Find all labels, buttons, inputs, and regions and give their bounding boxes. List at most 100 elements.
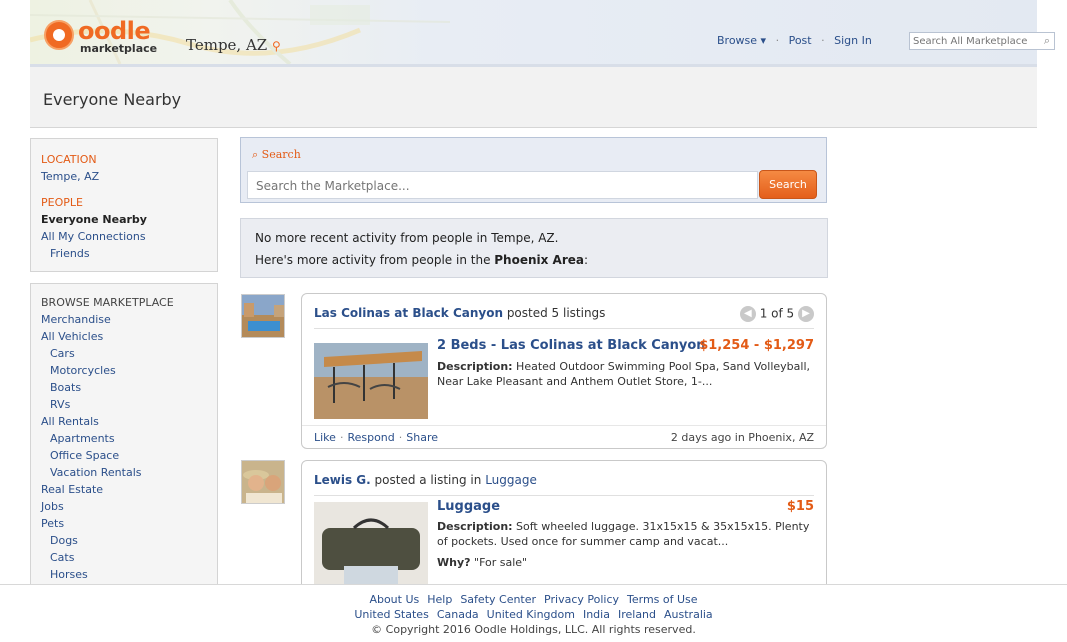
sidebar-item-real-estate[interactable]: Real Estate (41, 481, 174, 498)
top-header: oodle marketplace Tempe, AZ ⚲ Browse ▾ ·… (30, 0, 1055, 67)
copyright: © Copyright 2016 Oodle Holdings, LLC. Al… (371, 623, 696, 636)
notice-line-2: Here's more activity from people in the … (255, 253, 588, 267)
page-title-bar: Everyone Nearby (30, 67, 1037, 128)
poster-name-link[interactable]: Las Colinas at Black Canyon (314, 306, 503, 320)
sidebar-browse-marketplace: BROWSE MARKETPLACE Merchandise All Vehicl… (30, 283, 218, 593)
feed-card-header: Las Colinas at Black Canyon posted 5 lis… (314, 306, 605, 320)
footer-country-united-states[interactable]: United States (354, 608, 429, 621)
search-button[interactable]: Search (759, 170, 817, 199)
post-action-text: posted 5 listings (503, 306, 606, 320)
activity-notice: No more recent activity from people in T… (240, 218, 828, 278)
sidebar-item-office-space[interactable]: Office Space (41, 447, 174, 464)
people-heading: PEOPLE (41, 196, 83, 209)
footer-country-canada[interactable]: Canada (437, 608, 479, 621)
browse-menu[interactable]: Browse ▾ (717, 34, 766, 47)
share-link[interactable]: Share (406, 431, 438, 444)
listing-thumbnail[interactable] (314, 502, 428, 584)
luggage-photo (314, 502, 428, 584)
marketplace-search-field (247, 171, 758, 199)
sidebar-item-everyone-nearby[interactable]: Everyone Nearby (41, 211, 147, 228)
footer-country-row: United States Canada United Kingdom India Ir… (0, 607, 1067, 622)
like-link[interactable]: Like (314, 431, 336, 444)
header-search-input[interactable] (910, 33, 1040, 49)
sidebar-item-vacation-rentals[interactable]: Vacation Rentals (41, 464, 174, 481)
feed-card: Lewis G. posted a listing in Luggage Lug… (301, 460, 827, 600)
footer-link-terms-of-use[interactable]: Terms of Use (627, 593, 698, 606)
sidebar-location-people: LOCATION Tempe, AZ PEOPLE Everyone Nearb… (30, 138, 218, 272)
sign-in-link[interactable]: Sign In (834, 34, 872, 47)
footer-country-india[interactable]: India (583, 608, 610, 621)
description-label: Description: (437, 360, 513, 373)
footer-link-safety-center[interactable]: Safety Center (460, 593, 536, 606)
page-footer: About Us Help Safety Center Privacy Policy T… (0, 584, 1067, 642)
category-link[interactable]: Luggage (485, 473, 537, 487)
sidebar-item-cats[interactable]: Cats (41, 549, 174, 566)
action-separator: · (398, 431, 403, 444)
post-link[interactable]: Post (789, 34, 812, 47)
sidebar-item-rvs[interactable]: RVs (41, 396, 174, 413)
respond-link[interactable]: Respond (347, 431, 394, 444)
nav-separator: · (821, 34, 825, 47)
footer-country-ireland[interactable]: Ireland (618, 608, 656, 621)
browse-heading: BROWSE MARKETPLACE (41, 296, 174, 309)
sidebar-item-all-vehicles[interactable]: All Vehicles (41, 328, 174, 345)
playground-photo (314, 343, 428, 419)
nav-separator: · (775, 34, 780, 47)
listing-thumbnail[interactable] (314, 343, 428, 419)
sidebar-item-jobs[interactable]: Jobs (41, 498, 174, 515)
sidebar-item-dogs[interactable]: Dogs (41, 532, 174, 549)
footer-link-about-us[interactable]: About Us (369, 593, 419, 606)
marketplace-search-panel: ⌕ Search Search (240, 137, 827, 203)
listing-price: $15 (786, 499, 814, 514)
listing-description: Description: Heated Outdoor Swimming Poo… (437, 359, 812, 389)
sidebar-item-merchandise[interactable]: Merchandise (41, 311, 174, 328)
sidebar-item-all-my-connections[interactable]: All My Connections (41, 228, 147, 245)
footer-country-australia[interactable]: Australia (664, 608, 713, 621)
why-text: "For sale" (474, 556, 528, 569)
poster-avatar[interactable] (241, 460, 285, 504)
logo-badge-icon (44, 20, 74, 50)
feed-card-header: Lewis G. posted a listing in Luggage (314, 473, 537, 487)
sidebar-item-pets[interactable]: Pets (41, 515, 174, 532)
sidebar-item-friends[interactable]: Friends (41, 245, 147, 262)
listing-title-link[interactable]: Luggage (437, 499, 500, 514)
map-pin-icon: ⚲ (272, 39, 281, 53)
sidebar-item-apartments[interactable]: Apartments (41, 430, 174, 447)
notice-area: Phoenix Area (494, 253, 585, 267)
action-separator: · (339, 431, 344, 444)
header-nav: Browse ▾ · Post · Sign In (717, 34, 878, 47)
footer-links-row: About Us Help Safety Center Privacy Policy T… (0, 592, 1067, 607)
footer-link-help[interactable]: Help (427, 593, 452, 606)
card-actions: Like · Respond · Share (314, 431, 438, 444)
card-divider (314, 328, 814, 329)
location-label: Tempe, AZ (186, 36, 268, 54)
listing-price: $1,254 - $1,297 (699, 338, 814, 353)
search-icon: ⌕ (252, 148, 259, 161)
post-timestamp: 2 days ago in Phoenix, AZ (670, 431, 814, 444)
prev-arrow-icon[interactable]: ◀ (739, 306, 756, 322)
search-icon[interactable]: ⌕ (1044, 34, 1050, 48)
oodle-logo[interactable]: oodle marketplace (44, 16, 184, 56)
listing-title-link[interactable]: 2 Beds - Las Colinas at Black Canyon (437, 338, 706, 353)
poster-name-link[interactable]: Lewis G. (314, 473, 371, 487)
pager-count: 1 of 5 (759, 306, 795, 321)
sidebar-item-motorcycles[interactable]: Motorcycles (41, 362, 174, 379)
poster-avatar[interactable] (241, 294, 285, 338)
sidebar-item-cars[interactable]: Cars (41, 345, 174, 362)
marketplace-search-input[interactable] (254, 173, 748, 199)
sidebar-item-horses[interactable]: Horses (41, 566, 174, 583)
listing-why: Why? "For sale" (437, 555, 812, 570)
card-divider (314, 495, 814, 496)
next-arrow-icon[interactable]: ▶ (798, 306, 814, 322)
footer-link-privacy-policy[interactable]: Privacy Policy (544, 593, 619, 606)
notice-line-2-prefix: Here's more activity from people in the (255, 253, 495, 267)
sidebar-location-value[interactable]: Tempe, AZ (41, 168, 147, 185)
sidebar-item-all-rentals[interactable]: All Rentals (41, 413, 174, 430)
footer-country-united-kingdom[interactable]: United Kingdom (487, 608, 575, 621)
current-location[interactable]: Tempe, AZ ⚲ (186, 36, 281, 54)
logo-subtext: marketplace (80, 42, 158, 55)
sidebar-item-boats[interactable]: Boats (41, 379, 174, 396)
listing-description: Description: Soft wheeled luggage. 31x15… (437, 519, 812, 549)
search-label: ⌕ Search (252, 148, 301, 162)
resort-photo (242, 295, 284, 337)
